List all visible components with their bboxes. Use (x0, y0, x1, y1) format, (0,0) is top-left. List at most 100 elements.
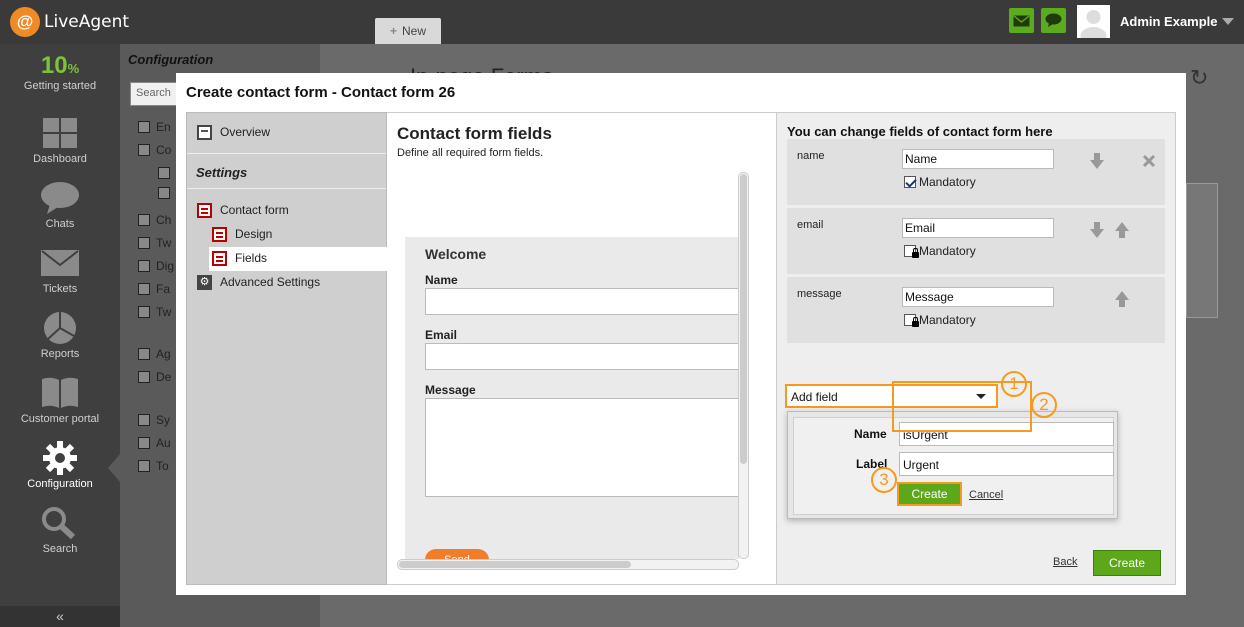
active-indicator (108, 454, 120, 482)
vertical-scrollbar[interactable] (738, 172, 749, 559)
chat-bubble-icon (138, 214, 150, 226)
popup-body: Name isUrgent Label Urgent Create Cancel (793, 417, 1114, 515)
tools-icon (138, 460, 150, 472)
add-field-dropdown[interactable]: Add field (785, 384, 998, 408)
scrollbar-thumb[interactable] (740, 174, 747, 464)
nav-label: Reports (40, 348, 80, 360)
user-name[interactable]: Admin Example (1120, 14, 1218, 29)
sidebar-item-advanced-settings[interactable]: ⚙ Advanced Settings (197, 270, 320, 294)
preview-message-label: Message (425, 383, 476, 397)
chevron-down-icon[interactable] (1222, 18, 1234, 25)
move-down-icon[interactable] (1089, 153, 1105, 169)
refresh-icon[interactable]: ↻ (1190, 65, 1208, 91)
settings-section-header: Settings (187, 153, 386, 189)
mandatory-checkbox[interactable]: Mandatory (904, 244, 976, 258)
collapse-nav-button[interactable]: « (0, 606, 120, 627)
nav-chats[interactable]: Chats (0, 177, 120, 242)
form-icon (158, 187, 170, 199)
caret-down-icon (976, 394, 986, 399)
popup-cancel-link[interactable]: Cancel (969, 489, 1003, 501)
nav-customer-portal[interactable]: Customer portal (0, 372, 120, 437)
field-row-email: email Email Mandatory (787, 208, 1165, 274)
dashboard-icon (40, 116, 80, 150)
nav-dashboard[interactable]: Dashboard (0, 112, 120, 177)
dialog-title: Create contact form - Contact form 26 (186, 84, 456, 101)
preview-message-textarea[interactable] (425, 398, 739, 497)
form-preview: Welcome Name Email Message Send (405, 237, 739, 559)
mandatory-checkbox[interactable]: Mandatory (904, 313, 976, 327)
field-key: email (797, 219, 824, 231)
field-row-name: name Name Mandatory (787, 139, 1165, 205)
preview-name-label: Name (425, 273, 458, 287)
field-name-input[interactable]: isUrgent (899, 422, 1114, 446)
field-label-input[interactable]: Message (902, 287, 1054, 307)
mandatory-checkbox[interactable]: Mandatory (904, 175, 976, 189)
nav-configuration[interactable]: Configuration (0, 437, 120, 502)
at-icon (138, 121, 150, 133)
new-tab-label: New (402, 24, 427, 38)
create-button[interactable]: Create (1093, 550, 1161, 576)
field-label-input[interactable]: Email (902, 218, 1054, 238)
logo[interactable]: @ LiveAgent (10, 7, 129, 37)
nav-label: Chats (45, 218, 75, 230)
horizontal-scrollbar[interactable] (397, 559, 739, 570)
document-icon (197, 124, 212, 140)
move-down-icon[interactable] (1089, 222, 1105, 238)
nav-label: Dashboard (33, 153, 87, 165)
plus-icon: + (389, 24, 397, 38)
user-silhouette-icon (1080, 10, 1107, 38)
form-icon (197, 202, 212, 218)
checkbox-unchecked-icon[interactable] (904, 245, 919, 258)
fields-editor-panel: You can change fields of contact form he… (776, 112, 1176, 585)
form-icon (212, 226, 227, 242)
nav-label: Getting started (23, 80, 97, 92)
field-label-input[interactable]: Urgent (899, 452, 1114, 476)
search-icon (40, 506, 80, 540)
sidebar-item-contact-form[interactable]: Contact form (197, 198, 289, 222)
step-badge-2: 2 (1031, 392, 1057, 418)
gear-icon (138, 414, 150, 426)
move-up-icon[interactable] (1114, 291, 1130, 307)
field-label-input[interactable]: Name (902, 149, 1054, 169)
lock-icon (912, 248, 919, 258)
move-up-icon[interactable] (1114, 222, 1130, 238)
sidebar-item-design[interactable]: Design (212, 222, 272, 246)
brand-name: LiveAgent (44, 12, 130, 32)
email-button[interactable] (1009, 8, 1034, 33)
form-icon (158, 167, 170, 179)
popup-create-button[interactable]: Create (897, 482, 962, 506)
nav-reports[interactable]: Reports (0, 307, 120, 372)
preview-email-input[interactable] (425, 343, 739, 370)
back-link[interactable]: Back (1053, 556, 1077, 568)
phone-icon (138, 260, 150, 272)
checkbox-checked-icon[interactable] (904, 176, 916, 188)
sidebar-item-overview[interactable]: Overview (197, 120, 270, 144)
gear-icon (138, 437, 150, 449)
preview-send-button[interactable]: Send (425, 549, 489, 559)
new-tab-button[interactable]: + New (375, 18, 441, 44)
step-badge-1: 1 (1001, 371, 1027, 397)
popup-name-label: Name (854, 427, 887, 441)
gear-icon: ⚙ (197, 274, 212, 290)
book-icon (40, 376, 80, 410)
nav-label: Search (42, 543, 78, 555)
panel-subtitle: Define all required form fields. (397, 147, 544, 159)
nav-label: Customer portal (20, 413, 100, 425)
sidebar-item-fields[interactable]: Fields (212, 246, 267, 270)
envelope-icon (1013, 14, 1030, 26)
step-badge-3: 3 (871, 467, 897, 493)
delete-icon[interactable] (1141, 153, 1157, 169)
scrollbar-thumb[interactable] (399, 561, 631, 568)
nav-getting-started[interactable]: 10% Getting started (0, 44, 120, 109)
progress-percentage: 10% (40, 52, 80, 79)
chat-button[interactable] (1041, 8, 1066, 33)
preview-name-input[interactable] (425, 288, 739, 315)
checkbox-unchecked-icon[interactable] (904, 314, 919, 327)
subnav-title: Configuration (128, 52, 214, 67)
chat-bubble-icon (40, 181, 80, 215)
avatar[interactable] (1077, 5, 1110, 38)
phone-icon (138, 237, 150, 249)
nav-tickets[interactable]: Tickets (0, 242, 120, 307)
nav-search[interactable]: Search (0, 502, 120, 567)
facebook-icon (138, 283, 150, 295)
